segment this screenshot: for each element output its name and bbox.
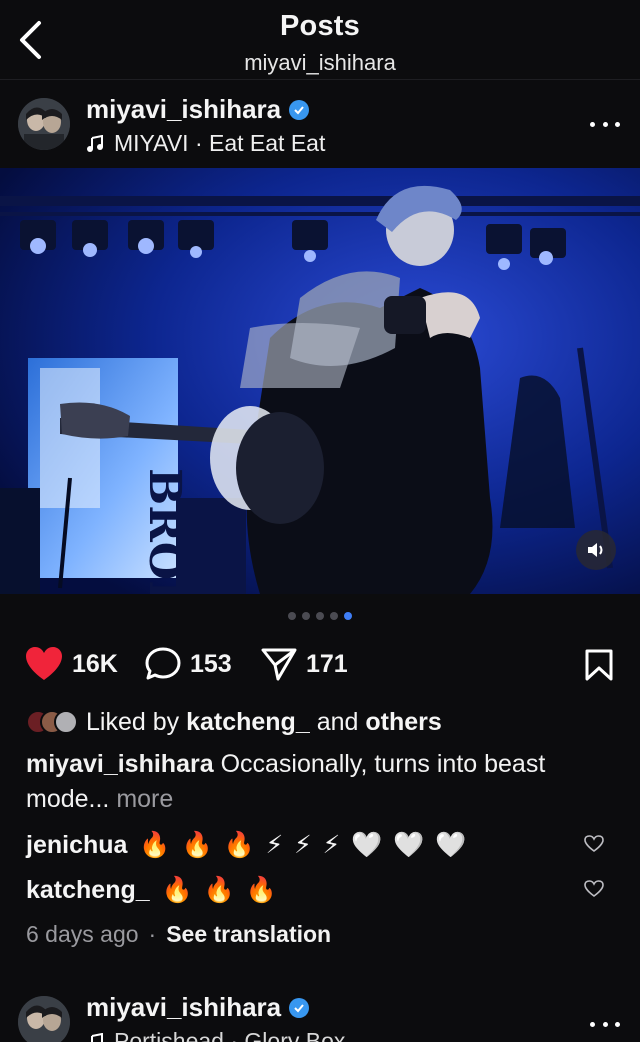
speaker-icon bbox=[588, 543, 603, 557]
caption-more-link[interactable]: more bbox=[116, 785, 173, 813]
see-translation-link[interactable]: See translation bbox=[166, 921, 331, 948]
carousel-dot-active bbox=[344, 612, 352, 620]
comment-text: 🔥 🔥 🔥 bbox=[161, 875, 279, 904]
liked-by-prefix: Liked by bbox=[86, 707, 180, 736]
comments-count: 153 bbox=[190, 649, 232, 678]
meta-separator: · bbox=[148, 920, 157, 947]
heart-outline-icon[interactable] bbox=[584, 880, 604, 898]
next-post-header: miyavi_ishihara Portishead · Glory Box bbox=[0, 984, 640, 1042]
top-bar: Posts miyavi_ishihara bbox=[0, 0, 640, 80]
post-actions: 16K 153 171 bbox=[0, 640, 640, 688]
liked-by-user[interactable]: katcheng_ bbox=[186, 708, 310, 737]
carousel-dot bbox=[302, 612, 310, 620]
comment-row: katcheng_ 🔥 🔥 🔥 bbox=[26, 870, 626, 910]
post-meta: 6 days ago · See translation bbox=[26, 916, 331, 952]
audio-label[interactable]: MIYAVI · Eat Eat Eat bbox=[114, 130, 325, 157]
carousel-dot bbox=[330, 612, 338, 620]
liker-avatar bbox=[54, 710, 78, 734]
post-header: miyavi_ishihara MIYAVI · Eat Eat Eat bbox=[0, 82, 640, 168]
shares-count: 171 bbox=[306, 649, 348, 678]
music-note-icon bbox=[87, 134, 103, 152]
post-username[interactable]: miyavi_ishihara bbox=[86, 992, 310, 1023]
liked-by-and: and bbox=[316, 707, 359, 736]
audio-link[interactable]: MIYAVI · Eat Eat Eat bbox=[86, 130, 325, 157]
audio-label[interactable]: Portishead · Glory Box bbox=[114, 1028, 345, 1042]
comment-row: jenichua 🔥 🔥 🔥 ⚡ ⚡ ⚡ 🤍 🤍 🤍 bbox=[26, 825, 626, 865]
avatar[interactable] bbox=[18, 996, 70, 1042]
verified-icon bbox=[289, 997, 310, 1018]
more-dots-icon[interactable] bbox=[590, 1012, 620, 1036]
comment-button[interactable]: 153 bbox=[144, 640, 232, 688]
more-dots-icon[interactable] bbox=[590, 112, 620, 136]
like-button[interactable]: 16K bbox=[24, 640, 118, 688]
post-caption: miyavi_ishihara Occasionally, turns into… bbox=[26, 747, 586, 817]
comment-user[interactable]: jenichua bbox=[26, 831, 127, 860]
carousel-dot bbox=[288, 612, 296, 620]
share-icon bbox=[261, 648, 297, 681]
post-username[interactable]: miyavi_ishihara bbox=[86, 94, 310, 125]
comment-text: 🔥 🔥 🔥 ⚡ ⚡ ⚡ 🤍 🤍 🤍 bbox=[139, 831, 469, 859]
verified-icon bbox=[289, 99, 310, 120]
carousel-dot bbox=[316, 612, 324, 620]
likes-count: 16K bbox=[72, 649, 118, 678]
caption-username[interactable]: miyavi_ishihara bbox=[26, 750, 214, 778]
username-text[interactable]: miyavi_ishihara bbox=[86, 992, 281, 1023]
bookmark-icon bbox=[585, 649, 613, 681]
post-image[interactable]: BROKEN bbox=[0, 168, 640, 594]
comment-user[interactable]: katcheng_ bbox=[26, 876, 150, 905]
username-text[interactable]: miyavi_ishihara bbox=[86, 94, 281, 125]
liked-by[interactable]: Liked by katcheng_ and others bbox=[26, 704, 442, 740]
heart-filled-icon bbox=[26, 647, 62, 680]
audio-link[interactable]: Portishead · Glory Box bbox=[86, 1028, 345, 1042]
mute-toggle-button[interactable] bbox=[576, 530, 616, 570]
post-time: 6 days ago bbox=[26, 920, 139, 947]
liked-by-others[interactable]: others bbox=[365, 708, 441, 737]
page-title: Posts bbox=[280, 10, 360, 42]
page-subtitle: miyavi_ishihara bbox=[244, 50, 396, 75]
heart-outline-icon[interactable] bbox=[584, 835, 604, 853]
music-note-icon bbox=[91, 1032, 103, 1042]
share-button[interactable]: 171 bbox=[260, 640, 348, 688]
carousel-indicator bbox=[0, 612, 640, 620]
concert-photo: BROKEN bbox=[0, 168, 640, 594]
save-button[interactable] bbox=[584, 648, 614, 687]
comment-icon bbox=[145, 647, 181, 680]
avatar[interactable] bbox=[18, 98, 70, 150]
